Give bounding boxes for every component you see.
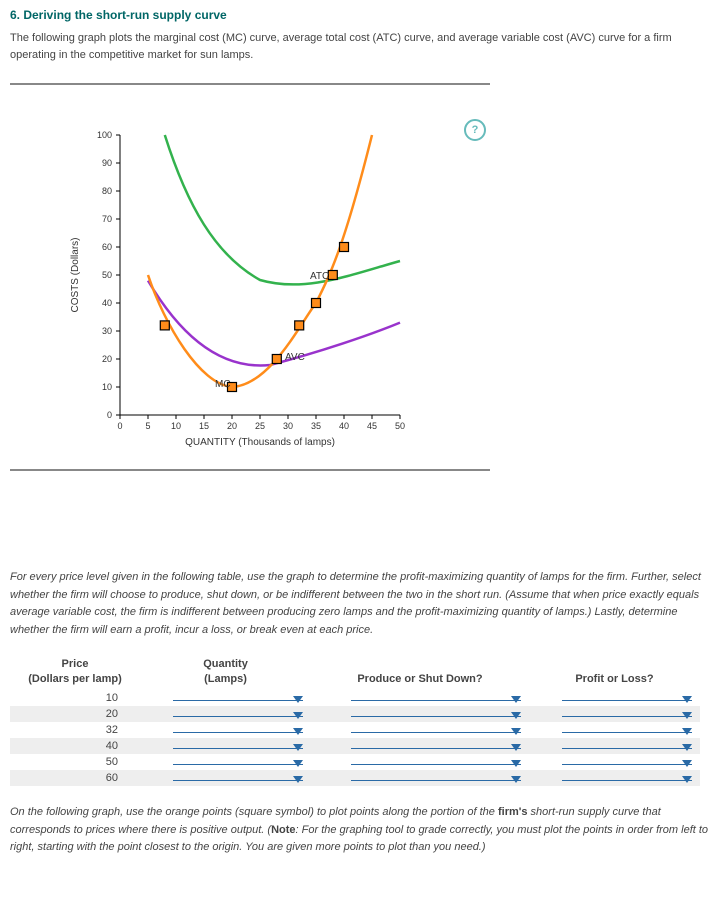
- intro-text: The following graph plots the marginal c…: [10, 30, 714, 63]
- svg-text:40: 40: [339, 421, 349, 431]
- cost-chart-svg: 0 10 20 30 40 50 60 70 80 90 100 0 5 10 …: [60, 115, 440, 455]
- table-row: 32: [10, 722, 700, 738]
- mc-markers[interactable]: [160, 243, 348, 392]
- svg-text:45: 45: [367, 421, 377, 431]
- quantity-dropdown[interactable]: [173, 764, 303, 765]
- svg-text:15: 15: [199, 421, 209, 431]
- svg-text:0: 0: [107, 410, 112, 420]
- price-cell: 20: [10, 706, 140, 722]
- instructions-2: On the following graph, use the orange p…: [10, 804, 714, 857]
- col-price: Price(Dollars per lamp): [10, 653, 140, 690]
- help-icon[interactable]: ?: [464, 119, 486, 141]
- section-title: 6. Deriving the short-run supply curve: [10, 8, 714, 22]
- atc-label: ATC: [310, 271, 329, 282]
- table-row: 50: [10, 754, 700, 770]
- svg-text:50: 50: [395, 421, 405, 431]
- price-cell: 10: [10, 690, 140, 706]
- svg-text:35: 35: [311, 421, 321, 431]
- y-axis-label: COSTS (Dollars): [70, 237, 81, 312]
- quantity-dropdown[interactable]: [173, 716, 303, 717]
- produce-dropdown[interactable]: [351, 780, 521, 781]
- separator-top: [10, 83, 490, 85]
- table-row: 40: [10, 738, 700, 754]
- svg-text:100: 100: [97, 130, 112, 140]
- svg-text:40: 40: [102, 298, 112, 308]
- table-row: 10: [10, 690, 700, 706]
- instructions-1: For every price level given in the follo…: [10, 569, 714, 639]
- x-ticks: 0 5 10 15 20 25 30 35 40 45 50: [117, 415, 405, 431]
- profit-dropdown[interactable]: [562, 748, 692, 749]
- col-qty: Quantity(Lamps): [140, 653, 311, 690]
- cost-graph[interactable]: ? 0 10 20 30 40 50 60 70 80 90 100: [10, 115, 490, 455]
- answer-table: Price(Dollars per lamp) Quantity(Lamps) …: [10, 653, 700, 786]
- table-row: 20: [10, 706, 700, 722]
- x-axis-label: QUANTITY (Thousands of lamps): [185, 437, 335, 448]
- profit-dropdown[interactable]: [562, 732, 692, 733]
- profit-dropdown[interactable]: [562, 764, 692, 765]
- profit-dropdown[interactable]: [562, 780, 692, 781]
- y-ticks: 0 10 20 30 40 50 60 70 80 90 100: [97, 130, 120, 420]
- svg-text:70: 70: [102, 214, 112, 224]
- col-produce: Produce or Shut Down?: [311, 653, 529, 690]
- svg-text:50: 50: [102, 270, 112, 280]
- svg-text:60: 60: [102, 242, 112, 252]
- svg-text:20: 20: [227, 421, 237, 431]
- svg-text:20: 20: [102, 354, 112, 364]
- price-cell: 32: [10, 722, 140, 738]
- svg-text:30: 30: [283, 421, 293, 431]
- svg-text:80: 80: [102, 186, 112, 196]
- avc-label: AVC: [285, 352, 305, 363]
- produce-dropdown[interactable]: [351, 748, 521, 749]
- profit-dropdown[interactable]: [562, 700, 692, 701]
- produce-dropdown[interactable]: [351, 716, 521, 717]
- price-cell: 50: [10, 754, 140, 770]
- table-row: 60: [10, 770, 700, 786]
- price-cell: 60: [10, 770, 140, 786]
- svg-text:10: 10: [102, 382, 112, 392]
- svg-text:90: 90: [102, 158, 112, 168]
- quantity-dropdown[interactable]: [173, 700, 303, 701]
- svg-text:25: 25: [255, 421, 265, 431]
- mc-label: MC: [215, 379, 231, 390]
- produce-dropdown[interactable]: [351, 700, 521, 701]
- svg-text:10: 10: [171, 421, 181, 431]
- produce-dropdown[interactable]: [351, 732, 521, 733]
- svg-text:30: 30: [102, 326, 112, 336]
- price-cell: 40: [10, 738, 140, 754]
- quantity-dropdown[interactable]: [173, 780, 303, 781]
- profit-dropdown[interactable]: [562, 716, 692, 717]
- svg-text:5: 5: [145, 421, 150, 431]
- mc-curve: [148, 135, 372, 387]
- quantity-dropdown[interactable]: [173, 732, 303, 733]
- separator-bottom: [10, 469, 490, 471]
- atc-curve: [165, 135, 400, 284]
- produce-dropdown[interactable]: [351, 764, 521, 765]
- svg-text:0: 0: [117, 421, 122, 431]
- col-profit: Profit or Loss?: [529, 653, 700, 690]
- quantity-dropdown[interactable]: [173, 748, 303, 749]
